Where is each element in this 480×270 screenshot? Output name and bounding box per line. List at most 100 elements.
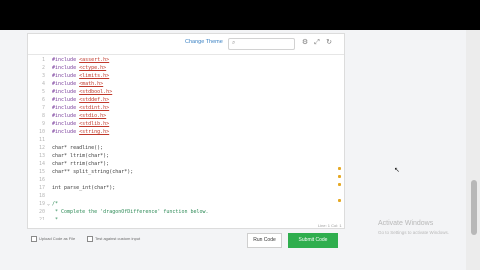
code-token: char** split_string(char*);: [52, 169, 134, 175]
code-token: /*: [52, 201, 59, 207]
video-top-bar: [0, 0, 480, 30]
line-number: 19: [38, 201, 45, 207]
gutter-marker: [338, 199, 341, 202]
search-input[interactable]: ⌕: [228, 38, 295, 50]
code-line[interactable]: 17 int parse_int(char*);: [28, 184, 344, 192]
code-token: <string.h>: [79, 129, 110, 135]
line-number: 7: [41, 105, 45, 111]
code-text: *: [52, 216, 58, 220]
code-text: #include <stdbool.h>: [52, 88, 112, 96]
search-icon: ⌕: [232, 40, 236, 46]
code-token: <stddef.h>: [79, 97, 110, 103]
gutter-marker: [338, 183, 341, 186]
line-number: 9: [41, 121, 45, 127]
code-token: #include: [52, 81, 80, 87]
code-text: char** split_string(char*);: [52, 168, 133, 176]
code-line[interactable]: 11: [28, 136, 344, 144]
line-number: 17: [38, 185, 45, 191]
code-line[interactable]: 20 * Complete the 'dragonOfDifference' f…: [28, 208, 344, 216]
code-line[interactable]: 3 #include <limits.h>: [28, 72, 344, 80]
code-line[interactable]: 12 char* readline();: [28, 144, 344, 152]
code-line[interactable]: 16: [28, 176, 344, 184]
code-text: #include <stdio.h>: [52, 112, 106, 120]
code-text: char* ltrim(char*);: [52, 152, 109, 160]
editor-toolbar: Change Theme ⌕ ⚙ ⤢ ↻: [28, 34, 344, 55]
line-number: 16: [38, 177, 45, 183]
code-text: #include <limits.h>: [52, 72, 109, 80]
line-number: 13: [38, 153, 45, 159]
code-token: * Complete the 'dragonOfDifference' func…: [52, 209, 209, 215]
code-token: <stdio.h>: [79, 113, 107, 119]
code-token: <stdlib.h>: [79, 121, 110, 127]
code-area[interactable]: 1 #include <assert.h> 2 #include <ctype.h> 3…: [28, 56, 344, 220]
upload-checkbox[interactable]: [31, 236, 37, 242]
code-token: int parse_int(char*);: [52, 185, 116, 191]
code-line[interactable]: 9 #include <stdlib.h>: [28, 120, 344, 128]
line-number: 15: [38, 169, 45, 175]
code-line[interactable]: 6 #include <stddef.h>: [28, 96, 344, 104]
run-code-button[interactable]: Run Code: [247, 233, 282, 248]
code-token: #include: [52, 105, 80, 111]
code-line[interactable]: 13 char* ltrim(char*);: [28, 152, 344, 160]
code-token: #include: [52, 129, 80, 135]
code-line[interactable]: 18: [28, 192, 344, 200]
code-token: #include: [52, 97, 80, 103]
code-token: <stdint.h>: [79, 105, 110, 111]
line-number: 1: [41, 57, 45, 63]
fold-toggle-icon[interactable]: ⌄: [47, 200, 50, 208]
line-number: 11: [38, 137, 45, 143]
code-text: #include <ctype.h>: [52, 64, 106, 72]
fullscreen-icon[interactable]: ⤢: [313, 39, 321, 47]
code-token: #include: [52, 57, 80, 63]
code-line[interactable]: 14 char* rtrim(char*);: [28, 160, 344, 168]
code-line[interactable]: 10 #include <string.h>: [28, 128, 344, 136]
code-text: char* rtrim(char*);: [52, 160, 109, 168]
code-token: <stdbool.h>: [79, 89, 113, 95]
code-line[interactable]: 19 ⌄/*: [28, 200, 344, 208]
change-theme-link[interactable]: Change Theme: [185, 39, 223, 45]
settings-icon[interactable]: ⚙: [301, 39, 309, 47]
code-line[interactable]: 1 #include <assert.h>: [28, 56, 344, 64]
code-token: #include: [52, 121, 80, 127]
code-line[interactable]: 2 #include <ctype.h>: [28, 64, 344, 72]
custom-input-checkbox[interactable]: [87, 236, 93, 242]
line-number: 14: [38, 161, 45, 167]
code-text: #include <math.h>: [52, 80, 103, 88]
line-number: 5: [41, 89, 45, 95]
code-line[interactable]: 7 #include <stdint.h>: [28, 104, 344, 112]
cursor-position: Line: 1 Col: 1: [318, 223, 342, 228]
code-text: #include <stddef.h>: [52, 96, 109, 104]
code-text: char* readline();: [52, 144, 103, 152]
line-number: 6: [41, 97, 45, 103]
gutter-marker: [338, 167, 341, 170]
code-line[interactable]: 21 *: [28, 216, 344, 220]
activation-watermark: Activate Windows Go to Settings to activ…: [378, 219, 449, 237]
code-token: <limits.h>: [79, 73, 110, 79]
mouse-cursor-icon: ↖: [394, 167, 400, 174]
code-line[interactable]: 5 #include <stdbool.h>: [28, 88, 344, 96]
code-token: char* readline();: [52, 145, 104, 151]
code-line[interactable]: 15 char** split_string(char*);: [28, 168, 344, 176]
gutter-marker: [338, 175, 341, 178]
code-token: #include: [52, 65, 80, 71]
upload-label: Upload Code as File: [39, 236, 76, 241]
line-number: 8: [41, 113, 45, 119]
code-token: #include: [52, 89, 80, 95]
submit-code-button[interactable]: Submit Code: [288, 233, 338, 248]
code-editor[interactable]: Change Theme ⌕ ⚙ ⤢ ↻ 1 #include <assert.h…: [27, 33, 345, 229]
page-scrollbar-thumb[interactable]: [471, 180, 477, 235]
code-text: /*: [52, 200, 58, 208]
code-line[interactable]: 4 #include <math.h>: [28, 80, 344, 88]
code-token: char* ltrim(char*);: [52, 153, 110, 159]
code-token: <assert.h>: [79, 57, 110, 63]
line-number: 18: [38, 193, 45, 199]
code-token: char* rtrim(char*);: [52, 161, 110, 167]
code-token: *: [52, 217, 59, 220]
code-text: #include <stdlib.h>: [52, 120, 109, 128]
code-token: <ctype.h>: [79, 65, 107, 71]
code-token: <math.h>: [79, 81, 104, 87]
refresh-icon[interactable]: ↻: [325, 39, 333, 47]
code-token: #include: [52, 73, 80, 79]
code-line[interactable]: 8 #include <stdio.h>: [28, 112, 344, 120]
line-number: 21: [38, 217, 45, 220]
